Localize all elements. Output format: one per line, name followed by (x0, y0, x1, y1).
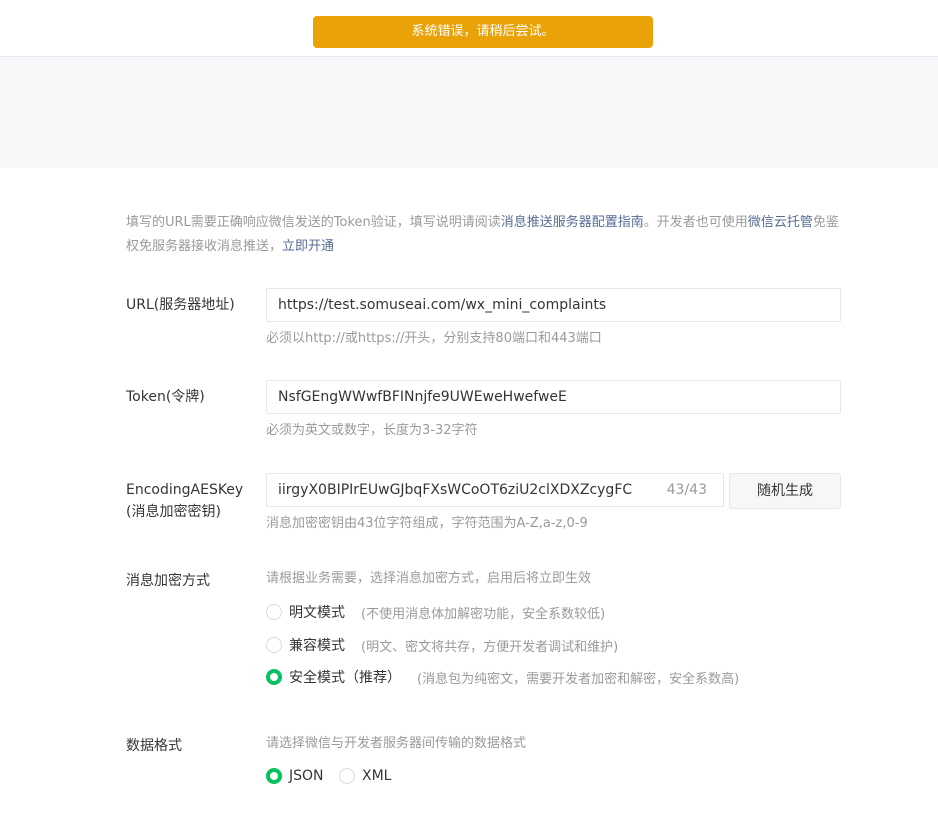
radio-xml[interactable]: XML (339, 766, 391, 786)
data-format-label: 数据格式 (126, 738, 182, 754)
radio-checked-icon[interactable] (266, 768, 282, 784)
url-hint: 必须以http://或https://开头，分别支持80端口和443端口 (266, 331, 602, 346)
radio-secure-mode[interactable]: 安全模式（推荐） (消息包为纯密文，需要开发者加密和解密，安全系数高) (266, 667, 739, 687)
error-toast-message: 系统错误，请稍后尝试。 (411, 24, 555, 39)
token-hint: 必须为英文或数字，长度为3-32字符 (266, 423, 478, 438)
intro-text-part2: 。开发者也可使用 (643, 215, 748, 230)
aes-key-hint: 消息加密密钥由43位字符组成，字符范围为A-Z,a-z,0-9 (266, 516, 588, 531)
url-input[interactable]: https://test.somuseai.com/wx_mini_compla… (266, 288, 841, 322)
url-input-value: https://test.somuseai.com/wx_mini_compla… (278, 297, 607, 313)
intro-text-part1: 填写的URL需要正确响应微信发送的Token验证，填写说明请阅读 (126, 215, 501, 230)
radio-json[interactable]: JSON (266, 766, 324, 786)
radio-json-label: JSON (289, 768, 324, 784)
error-toast: 系统错误，请稍后尝试。 (313, 16, 653, 48)
header-band (0, 57, 938, 168)
radio-checked-icon[interactable] (266, 669, 282, 685)
radio-icon[interactable] (266, 604, 282, 620)
radio-plaintext-label: 明文模式 (289, 605, 345, 621)
aes-key-counter: 43/43 (666, 482, 707, 498)
url-label: URL(服务器地址) (126, 297, 235, 313)
encryption-mode-hint: 请根据业务需要，选择消息加密方式，启用后将立即生效 (266, 571, 592, 586)
enable-now-link[interactable]: 立即开通 (282, 239, 334, 254)
token-input-value: NsfGEngWWwfBFINnjfe9UWEweHwefweE (278, 389, 567, 405)
radio-xml-label: XML (362, 768, 392, 784)
radio-plaintext-desc: (不使用消息体加解密功能，安全系数较低) (361, 606, 606, 622)
data-format-hint: 请选择微信与开发者服务器间传输的数据格式 (266, 736, 527, 751)
aes-key-label-line2: (消息加密密钥) (126, 504, 221, 520)
token-label: Token(令牌) (126, 389, 205, 405)
token-input[interactable]: NsfGEngWWwfBFINnjfe9UWEweHwefweE (266, 380, 841, 414)
aes-key-input-value: iirgyX0BIPIrEUwGJbqFXsWCoOT6ziU2clXDXZcy… (278, 482, 633, 498)
radio-plaintext-mode[interactable]: 明文模式 (不使用消息体加解密功能，安全系数较低) (266, 602, 605, 622)
aes-key-label-line1: EncodingAESKey (126, 482, 244, 498)
radio-secure-desc: (消息包为纯密文，需要开发者加密和解密，安全系数高) (417, 671, 740, 687)
intro-text: 填写的URL需要正确响应微信发送的Token验证，填写说明请阅读消息推送服务器配… (126, 211, 842, 259)
server-config-guide-link[interactable]: 消息推送服务器配置指南 (501, 215, 644, 230)
wechat-cloud-hosting-link[interactable]: 微信云托管 (748, 215, 813, 230)
radio-compatible-desc: (明文、密文将共存，方便开发者调试和维护) (361, 639, 619, 655)
radio-secure-label: 安全模式（推荐） (289, 670, 401, 686)
radio-icon[interactable] (339, 768, 355, 784)
radio-compatible-label: 兼容模式 (289, 638, 345, 654)
encryption-mode-label: 消息加密方式 (126, 573, 210, 589)
aes-key-label: EncodingAESKey (消息加密密钥) (126, 479, 243, 523)
aes-key-input[interactable]: iirgyX0BIPIrEUwGJbqFXsWCoOT6ziU2clXDXZcy… (266, 473, 724, 507)
radio-compatible-mode[interactable]: 兼容模式 (明文、密文将共存，方便开发者调试和维护) (266, 635, 618, 655)
random-generate-button[interactable]: 随机生成 (729, 473, 841, 509)
radio-icon[interactable] (266, 637, 282, 653)
